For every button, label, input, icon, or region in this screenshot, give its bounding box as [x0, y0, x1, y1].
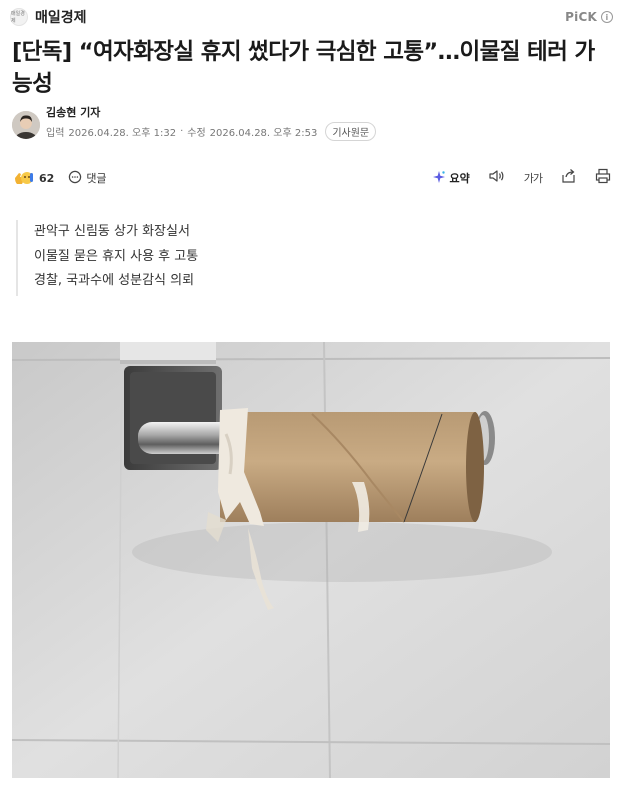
- byline: 김송현 기자 입력 2026.04.28. 오후 1:32 · 수정 2026.…: [12, 106, 377, 141]
- comment-label: 댓글: [86, 172, 107, 185]
- modified-label: 수정: [187, 128, 206, 139]
- comment-button[interactable]: 댓글: [68, 170, 107, 187]
- article-photo[interactable]: [12, 342, 610, 778]
- reaction-button[interactable]: 62: [12, 169, 54, 187]
- article-tools: 요약 가가: [432, 168, 612, 188]
- emoji-reaction-icon: [12, 169, 36, 187]
- pick-label: PiCK: [565, 10, 597, 24]
- original-article-button[interactable]: 기사원문: [325, 122, 377, 141]
- article-lead: 관악구 신림동 상가 화장실서 이물질 묻은 휴지 사용 후 고통 경찰, 국과…: [16, 220, 198, 296]
- comment-icon: [68, 170, 82, 187]
- press-name[interactable]: 매일경제: [35, 7, 87, 27]
- date-separator: ·: [180, 126, 184, 137]
- published-label: 입력: [46, 128, 65, 139]
- modified-time: 2026.04.28. 오후 2:53: [209, 128, 318, 139]
- published-time: 2026.04.28. 오후 1:32: [68, 128, 177, 139]
- reporter-name[interactable]: 김송현 기자: [46, 106, 376, 120]
- share-icon[interactable]: [560, 168, 577, 188]
- sparkle-icon: [432, 170, 446, 187]
- info-icon[interactable]: i: [601, 11, 613, 23]
- reporter-avatar[interactable]: [12, 110, 40, 139]
- print-icon[interactable]: [595, 168, 611, 188]
- lead-line: 관악구 신림동 상가 화장실서: [34, 224, 190, 239]
- article-page: 매일경제 매일경제 PiCK i [단독] “여자화장실 휴지 썼다가 극심한 …: [0, 0, 623, 785]
- speaker-icon[interactable]: [488, 168, 506, 188]
- press-logo-text: 매일경제: [11, 11, 25, 24]
- summary-label: 요약: [449, 172, 470, 185]
- lead-line: 이물질 묻은 휴지 사용 후 고통: [34, 248, 199, 264]
- top-bar: 매일경제 매일경제 PiCK i: [10, 6, 613, 28]
- lead-line: 경찰, 국과수에 성분감식 의뢰: [34, 273, 195, 288]
- article-headline: [단독] “여자화장실 휴지 썼다가 극심한 고통”…이물질 테러 가능성: [12, 39, 595, 97]
- press-logo[interactable]: 매일경제: [10, 8, 28, 26]
- font-size-button[interactable]: 가가: [524, 170, 543, 186]
- reaction-count: 62: [39, 171, 55, 185]
- action-bar: 62 댓글 요약 가가: [12, 166, 611, 190]
- summary-button[interactable]: 요약: [432, 170, 470, 187]
- pick-badge[interactable]: PiCK i: [565, 10, 613, 24]
- article-dates: 입력 2026.04.28. 오후 1:32 · 수정 2026.04.28. …: [46, 122, 377, 141]
